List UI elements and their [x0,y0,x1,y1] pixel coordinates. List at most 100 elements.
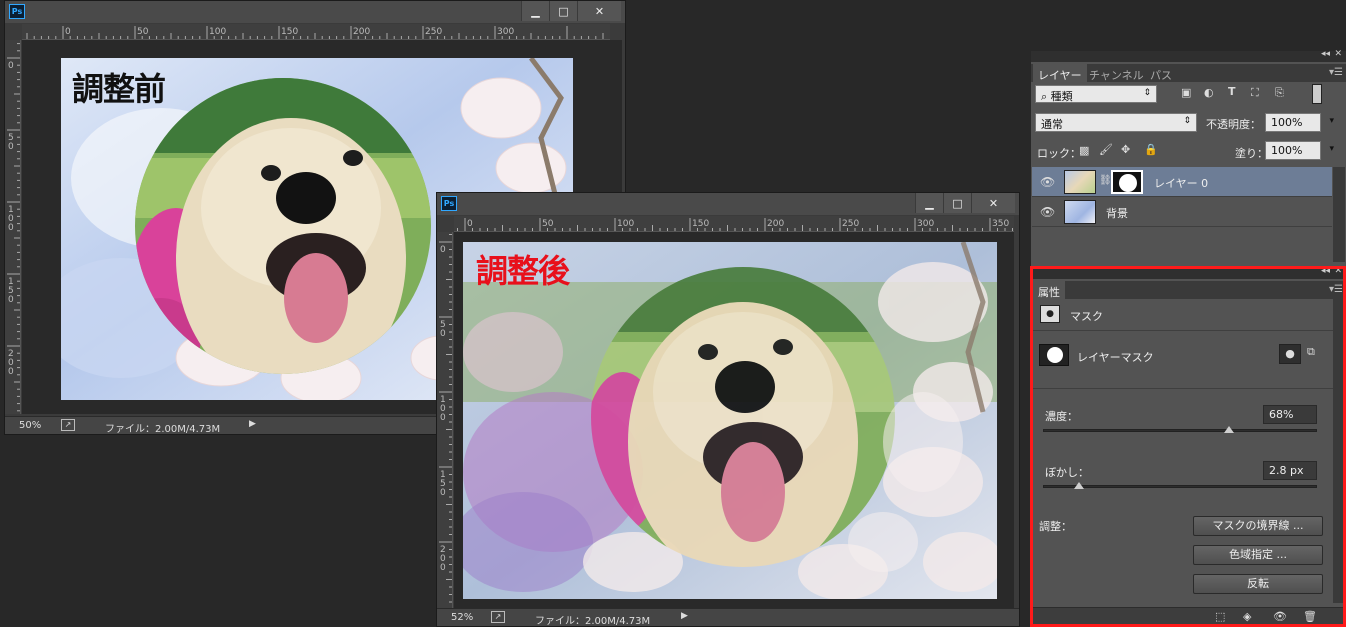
tab-layers[interactable]: レイヤー [1033,64,1087,82]
select-pixel-mask-icon[interactable]: ● [1279,344,1301,364]
lock-all-icon[interactable]: 🔒 [1144,143,1158,156]
ruler-label: 50 [137,27,149,37]
panel-menu-icon[interactable]: ▾☰ [1329,67,1343,78]
zoom-level[interactable]: 52% [451,612,473,623]
ruler-label: 300 [917,219,934,229]
visibility-eye-icon[interactable]: 👁 [1273,610,1287,623]
vertical-ruler[interactable]: 050100150200 [437,232,453,608]
section-title: マスク [1070,310,1103,323]
feather-value: 2.8 px [1269,464,1304,477]
close-panel-icon[interactable]: ✕ [1334,49,1342,59]
shape-filter-icon[interactable]: ⛶ [1251,86,1259,100]
tab-paths[interactable]: パス [1145,64,1177,82]
feather-slider[interactable] [1043,485,1317,488]
load-selection-icon[interactable]: ⬚ [1215,610,1225,623]
minimize-button[interactable]: ▁ [915,193,943,213]
status-menu-arrow-icon[interactable]: ▶ [249,419,256,429]
density-field[interactable]: 68% [1263,405,1317,424]
ruler-label: 300 [497,27,514,37]
properties-scrollbar[interactable] [1333,299,1345,603]
ruler-label: 250 [842,219,859,229]
canvas-area[interactable]: 調整後 [454,232,1014,608]
ruler-label: 350 [992,219,1009,229]
opacity-field[interactable]: 100% ▾ [1265,113,1334,132]
document-titlebar[interactable]: Ps ▁ □ ✕ [437,193,1019,215]
lock-transparency-icon[interactable]: ▩ [1079,144,1089,157]
layer-row[interactable]: 👁 ⛓ レイヤー 0 [1032,167,1332,197]
document-window-after[interactable]: Ps ▁ □ ✕ 0 50 100 150 200 250 300 350 0 50 100 150… [436,192,1020,627]
color-range-button[interactable]: 色域指定 ... [1193,545,1323,565]
layer-filter-dropdown[interactable]: ⌕ 種類 ⇕ [1035,85,1157,103]
feather-field[interactable]: 2.8 px [1263,461,1317,480]
visibility-eye-icon[interactable]: 👁 [1040,175,1055,189]
close-button[interactable]: ✕ [577,1,621,21]
dropdown-arrow-icon: ⇕ [1143,88,1151,98]
minimize-button[interactable]: ▁ [521,1,549,21]
lock-position-icon[interactable]: ✥ [1121,143,1130,156]
layer-row[interactable]: 👁 背景 [1032,197,1332,227]
filter-label: 種類 [1050,90,1073,103]
filter-toggle-icon[interactable] [1312,84,1322,104]
mask-header: ● マスク [1032,299,1345,331]
link-chain-icon[interactable]: ⛓ [1099,175,1112,186]
zoom-level[interactable]: 50% [19,420,41,431]
ruler-label: 200 [767,219,784,229]
smart-object-filter-icon[interactable]: ⎘ [1275,86,1284,100]
status-menu-arrow-icon[interactable]: ▶ [681,611,688,621]
apply-mask-icon[interactable]: ◈ [1243,610,1251,623]
layers-scrollbar[interactable] [1333,167,1345,262]
adjustment-filter-icon[interactable]: ◐ [1204,86,1214,99]
close-button[interactable]: ✕ [971,193,1015,213]
blend-mode-dropdown[interactable]: 通常 ⇕ [1035,113,1197,132]
properties-panel: ◂◂ ✕ 属性 ▾☰ ● マスク レイヤーマスク ● ⧉ 濃度： 68% ぼかし… [1031,266,1346,627]
ruler-label: 250 [425,27,442,37]
ruler-label: 100 [209,27,226,37]
layer-mask-thumbnail[interactable] [1111,170,1143,194]
photo-after [463,242,997,599]
layer-name[interactable]: レイヤー 0 [1154,175,1208,191]
ruler-label: 0 [467,219,473,229]
layer-name[interactable]: 背景 [1106,205,1128,221]
ruler-label: 0 [440,488,446,498]
share-icon[interactable]: ↗ [61,419,75,431]
panel-menu-icon[interactable]: ▾☰ [1329,284,1343,295]
delete-trash-icon[interactable]: 🗑 [1303,610,1317,623]
mask-edge-button[interactable]: マスクの境界線 ... [1193,516,1323,536]
ruler-label: 0 [8,295,14,305]
ruler-label: 0 [8,61,14,71]
share-icon[interactable]: ↗ [491,611,505,623]
tab-properties[interactable]: 属性 [1033,281,1065,299]
feather-slider-handle[interactable] [1074,482,1084,489]
tab-channels[interactable]: チャンネル [1084,64,1149,82]
dropdown-arrow-icon: ▾ [1329,144,1334,154]
density-slider[interactable] [1043,429,1317,432]
opacity-label: 不透明度： [1206,118,1261,131]
panel-header-strip: ◂◂ ✕ [1031,266,1346,279]
ruler-label: 200 [353,27,370,37]
invert-button[interactable]: 反転 [1193,574,1323,594]
collapse-icon[interactable]: ◂◂ [1321,266,1330,276]
ruler-label: 150 [281,27,298,37]
horizontal-ruler[interactable]: 0 50 100 150 200 250 300 [22,24,610,40]
layer-thumbnail [1064,170,1096,194]
visibility-eye-icon[interactable]: 👁 [1040,205,1055,219]
vertical-ruler[interactable]: 050100150200 [5,40,21,414]
lock-label: ロック： [1037,147,1081,160]
collapse-icon[interactable]: ◂◂ [1321,49,1330,59]
fill-field[interactable]: 100% ▾ [1265,141,1334,160]
layer-thumbnail [1064,200,1096,224]
maximize-button[interactable]: □ [943,193,971,213]
density-slider-handle[interactable] [1224,426,1235,433]
ruler-label: 0 [440,245,446,255]
pixel-mask-icon: ● [1040,305,1060,323]
horizontal-ruler[interactable]: 0 50 100 150 200 250 300 350 [454,216,1014,232]
properties-tabbar: 属性 ▾☰ [1031,281,1346,299]
close-panel-icon[interactable]: ✕ [1334,266,1342,276]
maximize-button[interactable]: □ [549,1,577,21]
pixel-filter-icon[interactable]: ▣ [1181,86,1191,99]
type-filter-icon[interactable]: T [1228,85,1236,98]
lock-paint-icon[interactable]: 🖌 [1099,143,1113,156]
mask-thumbnail [1039,344,1069,366]
add-vector-mask-icon[interactable]: ⧉ [1307,345,1315,359]
document-titlebar[interactable]: Ps ▁ □ ✕ [5,1,625,23]
